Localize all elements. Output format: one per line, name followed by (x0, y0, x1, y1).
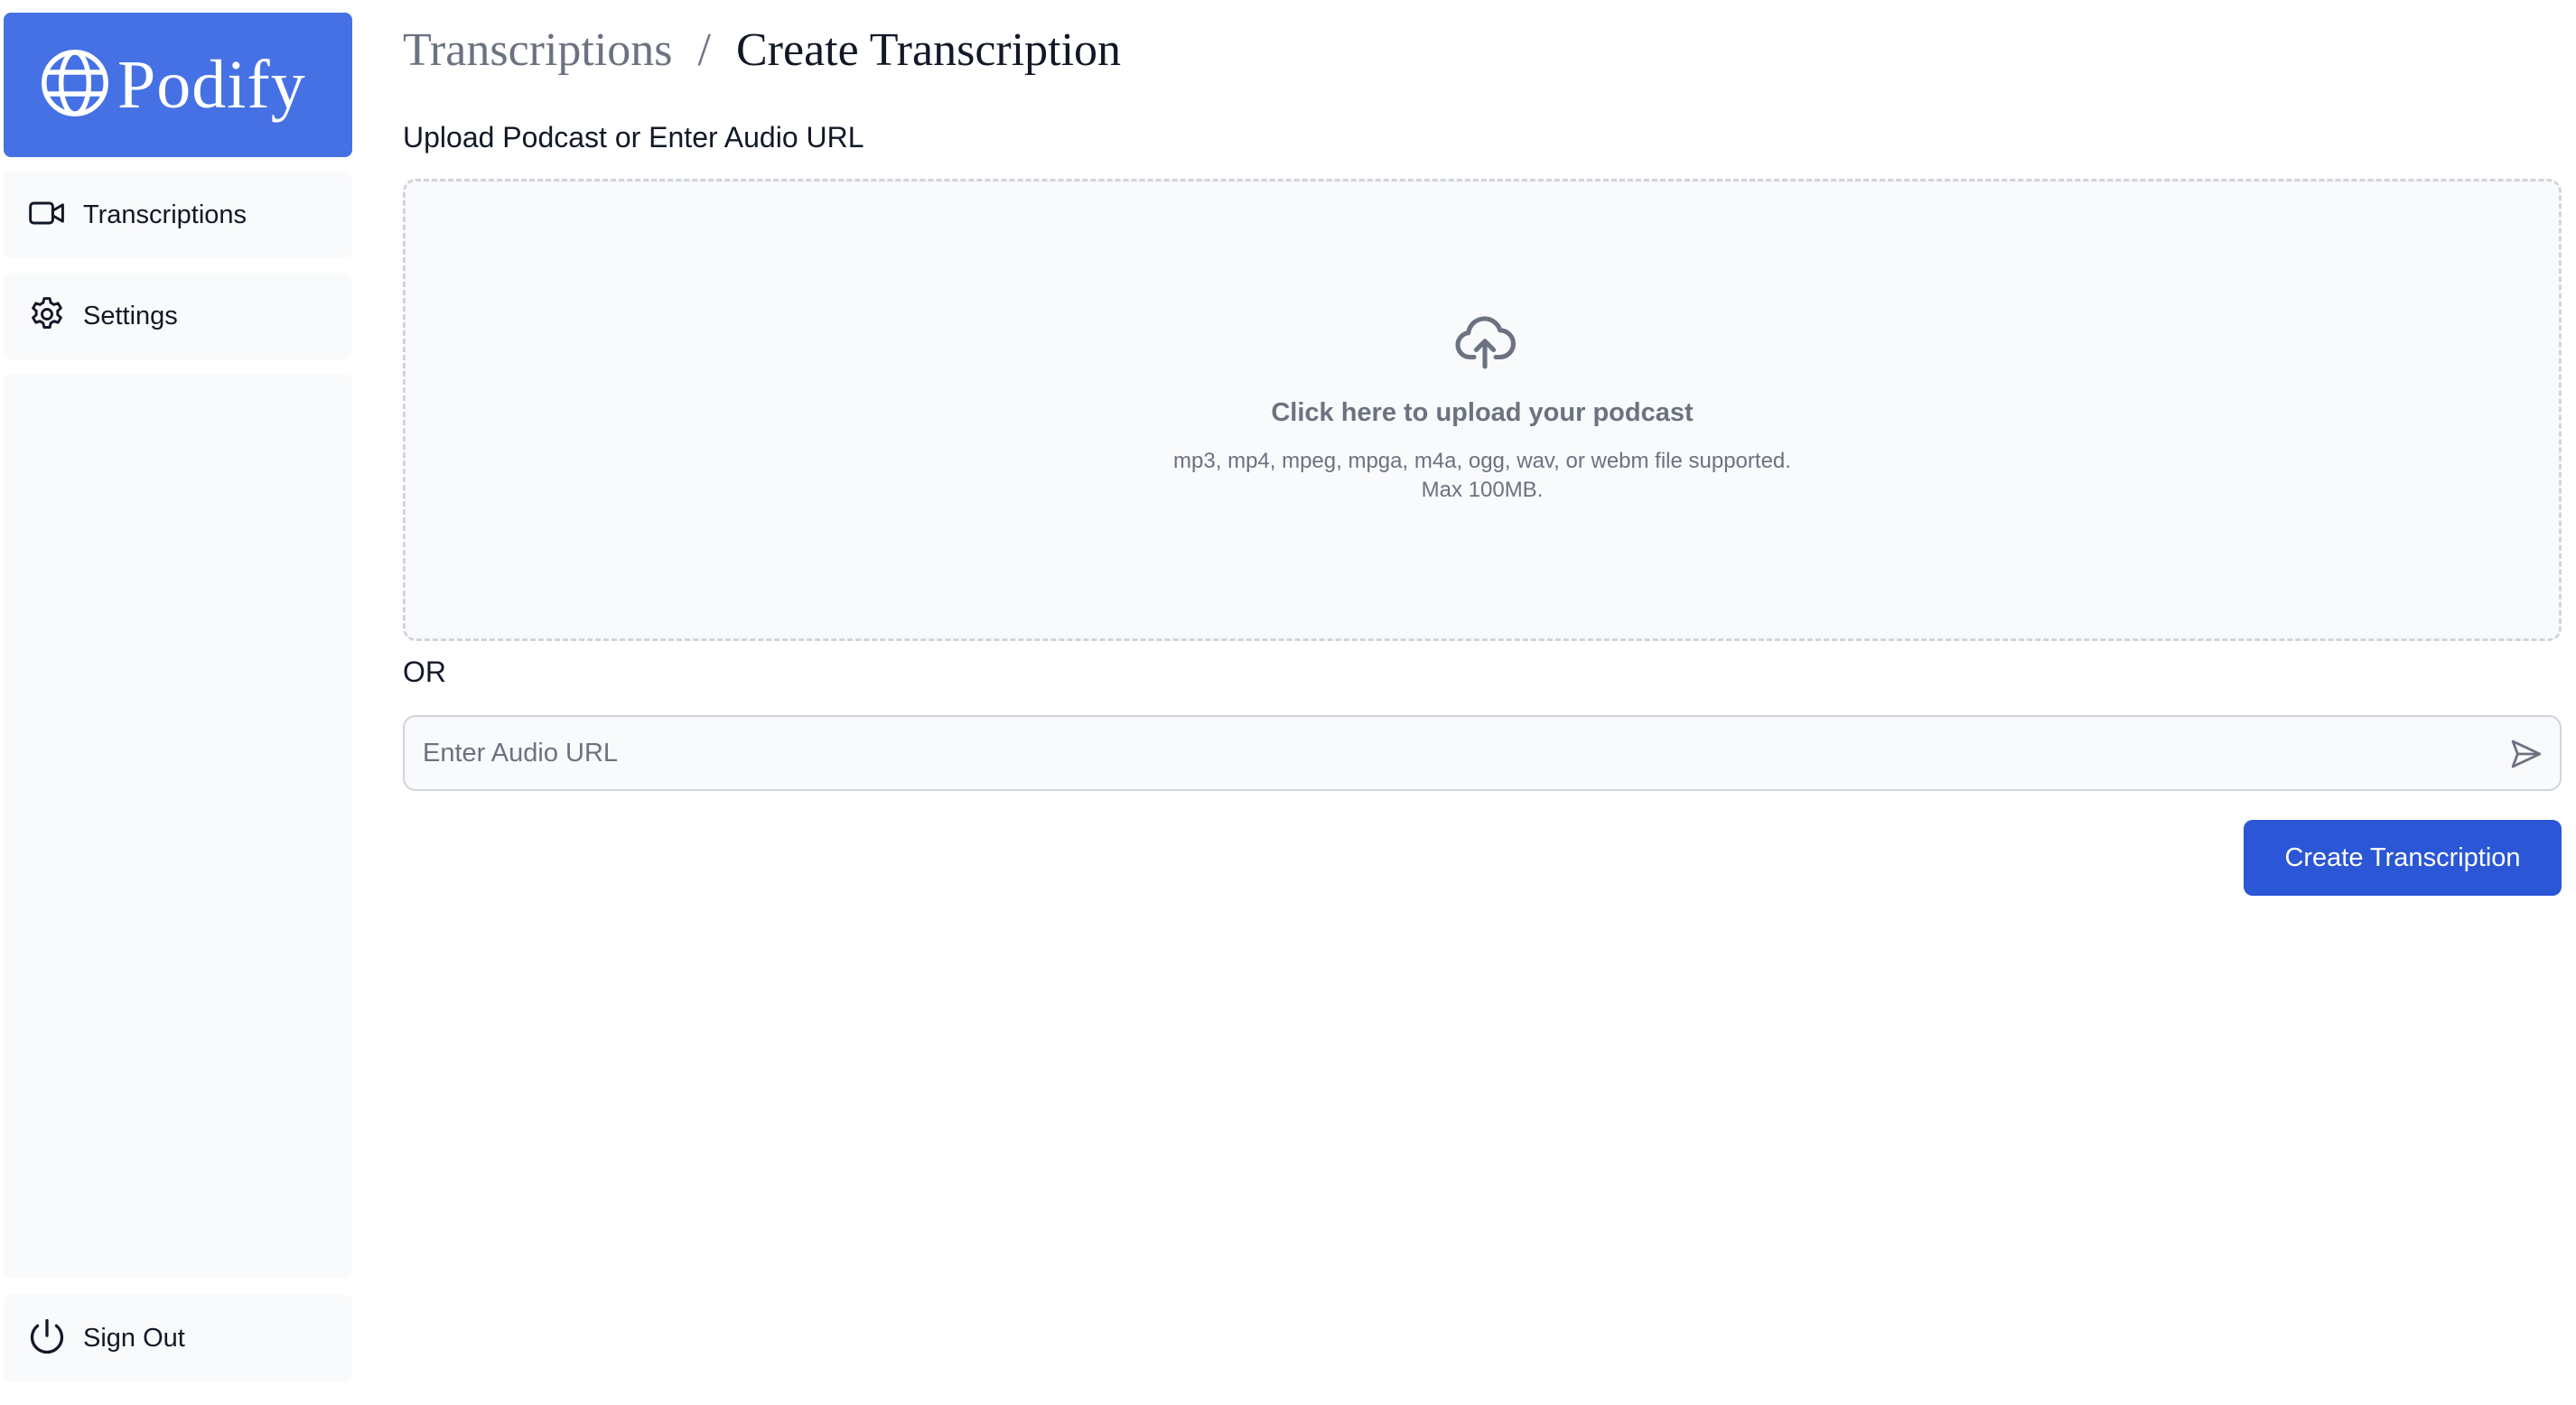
upload-title: Click here to upload your podcast (1271, 398, 1694, 427)
upload-size-hint: Max 100MB. (1421, 478, 1544, 502)
breadcrumb-link-transcriptions[interactable]: Transcriptions (403, 23, 673, 77)
sidebar-item-settings[interactable]: Settings (4, 273, 352, 359)
gear-icon (27, 294, 67, 339)
audio-url-field (403, 715, 2562, 791)
breadcrumb-separator: / (697, 23, 711, 76)
or-divider-label: OR (403, 656, 446, 688)
upload-dropzone[interactable]: Click here to upload your podcast mp3, m… (403, 179, 2562, 641)
sign-out-label: Sign Out (83, 1323, 185, 1353)
page-title: Create Transcription (736, 23, 1122, 76)
sign-out-button[interactable]: Sign Out (4, 1295, 352, 1382)
power-icon (27, 1317, 67, 1361)
create-transcription-button[interactable]: Create Transcription (2244, 820, 2562, 896)
upload-section-label: Upload Podcast or Enter Audio URL (403, 121, 864, 154)
globe-icon (38, 46, 112, 125)
brand-logo[interactable]: Podify (4, 13, 352, 157)
upload-formats-hint: mp3, mp4, mpeg, mpga, m4a, ogg, wav, or … (1173, 449, 1791, 473)
app-root: Podify Transcriptions Settings Sign Out … (0, 0, 2576, 1405)
brand-name: Podify (117, 46, 306, 123)
sidebar-item-transcriptions[interactable]: Transcriptions (4, 172, 352, 258)
cloud-upload-icon (1452, 310, 1517, 375)
video-camera-icon (27, 193, 67, 237)
sidebar-empty-area (4, 374, 352, 1279)
breadcrumb: Transcriptions / Create Transcription (403, 18, 1121, 81)
sidebar-item-label: Transcriptions (83, 200, 247, 229)
sidebar-item-label: Settings (83, 301, 178, 330)
send-icon[interactable] (2507, 735, 2545, 773)
sidebar: Podify Transcriptions Settings Sign Out (4, 13, 352, 1392)
audio-url-input[interactable] (405, 717, 2482, 789)
